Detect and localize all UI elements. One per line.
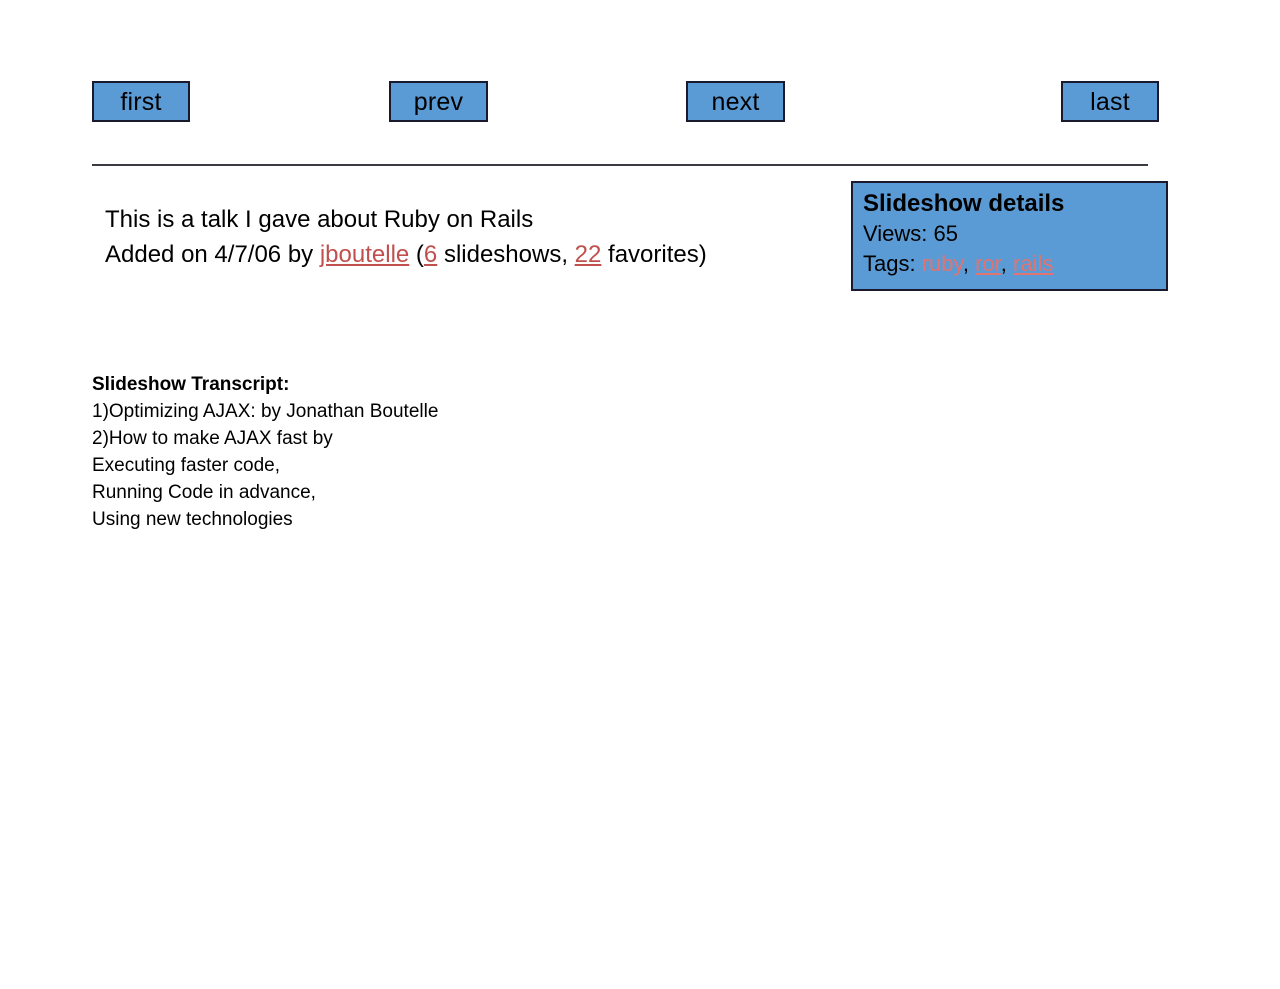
transcript-heading: Slideshow Transcript: — [92, 374, 290, 395]
views-row: Views: 65 — [863, 219, 1166, 249]
tag-separator-2: , — [1000, 251, 1014, 276]
last-button[interactable]: last — [1061, 81, 1159, 122]
tags-label: Tags: — [863, 251, 922, 276]
slideshow-transcript: Slideshow Transcript: 1)Optimizing AJAX:… — [92, 371, 692, 533]
next-button[interactable]: next — [686, 81, 785, 122]
slideshow-details-title: Slideshow details — [863, 190, 1065, 217]
tag-link-rails[interactable]: rails — [1013, 251, 1053, 276]
transcript-line: Executing faster code, — [92, 455, 280, 476]
last-button-label: last — [1090, 88, 1130, 116]
author-link[interactable]: jboutelle — [320, 241, 409, 268]
prev-button[interactable]: prev — [389, 81, 488, 122]
transcript-line: 1)Optimizing AJAX: by Jonathan Boutelle — [92, 401, 439, 422]
transcript-line: 2)How to make AJAX fast by — [92, 428, 333, 449]
transcript-line: Using new technologies — [92, 509, 293, 530]
transcript-line: Running Code in advance, — [92, 482, 316, 503]
horizontal-divider — [92, 164, 1148, 166]
description-line-title: This is a talk I gave about Ruby on Rail… — [105, 206, 534, 233]
slideshow-count-link[interactable]: 6 — [424, 241, 437, 268]
tag-link-ror[interactable]: ror — [975, 251, 1001, 276]
description-line-meta: Added on 4/7/06 by jboutelle (6 slidesho… — [105, 237, 825, 272]
tag-link-ruby[interactable]: ruby — [922, 251, 963, 276]
first-button-label: first — [120, 88, 162, 116]
open-paren-text: ( — [409, 241, 424, 268]
next-button-label: next — [711, 88, 760, 116]
prev-button-label: prev — [413, 88, 464, 116]
slideshow-description: This is a talk I gave about Ruby on Rail… — [105, 202, 825, 272]
views-label: Views: — [863, 221, 934, 246]
added-on-text: Added on 4/7/06 by — [105, 241, 320, 268]
slideshows-label-text: slideshows, — [437, 241, 575, 268]
views-value: 65 — [933, 221, 958, 246]
slideshow-details-panel: Slideshow details Views: 65 Tags: ruby, … — [851, 181, 1168, 291]
favorites-label-text: favorites) — [601, 241, 707, 268]
favorites-count-link[interactable]: 22 — [575, 241, 602, 268]
first-button[interactable]: first — [92, 81, 190, 122]
tag-separator-1: , — [962, 251, 976, 276]
navigation-bar: first prev next last — [0, 0, 1280, 150]
tags-row: Tags: ruby, ror, rails — [863, 249, 1166, 279]
